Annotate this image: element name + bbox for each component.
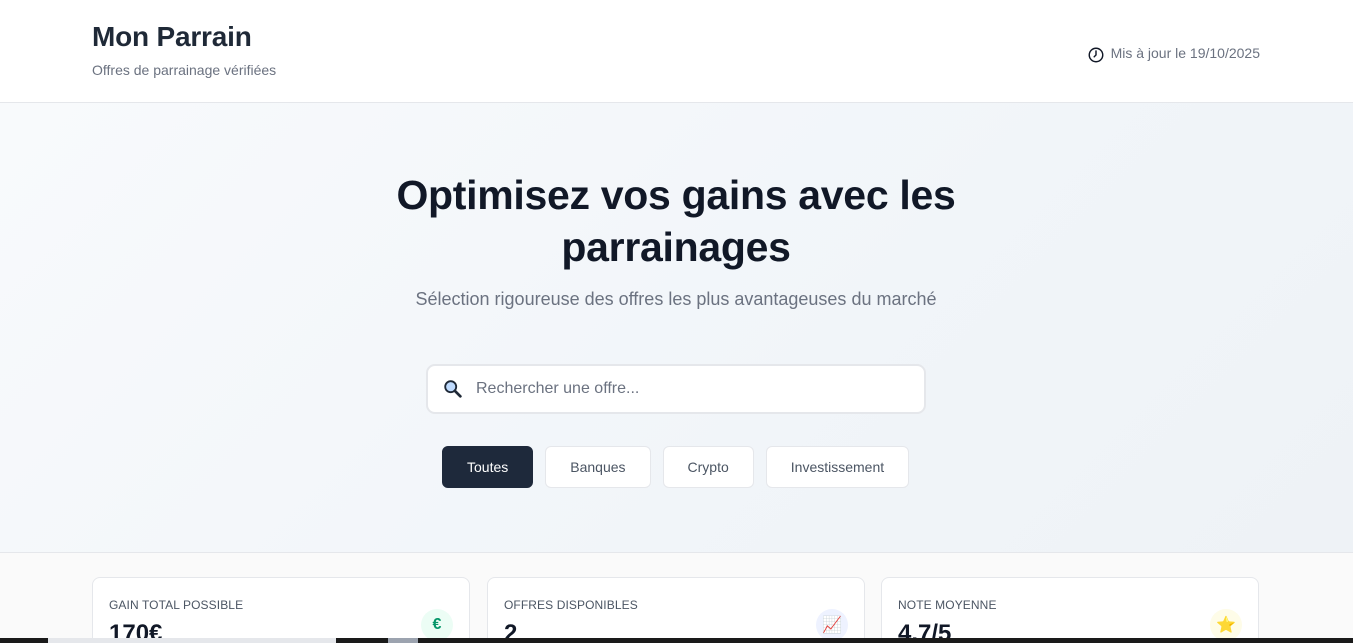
stat-label: OFFRES DISPONIBLES [504,598,638,612]
stat-card-total-gain: GAIN TOTAL POSSIBLE 170€ € [92,577,470,643]
stat-label: NOTE MOYENNE [898,598,997,612]
euro-icon: € [421,609,453,641]
site-header: Mon Parrain Offres de parrainage vérifié… [0,0,1353,103]
clock-icon [1088,47,1104,63]
brand-title[interactable]: Mon Parrain [92,21,252,53]
taskbar-segment [48,638,336,643]
star-icon: ⭐ [1210,609,1242,641]
hero-title: Optimisez vos gains avec les parrainages [396,172,956,270]
hero-subtitle: Sélection rigoureuse des offres les plus… [415,289,937,309]
brand-subtitle: Offres de parrainage vérifiées [92,62,277,78]
stat-label: GAIN TOTAL POSSIBLE [109,598,244,612]
chart-icon: 📈 [816,609,848,641]
search-box[interactable] [426,364,926,414]
filter-toutes[interactable]: Toutes [442,446,534,488]
search-input[interactable] [476,380,896,398]
stats-section: GAIN TOTAL POSSIBLE 170€ € OFFRES DISPON… [0,553,1353,643]
filter-crypto[interactable]: Crypto [662,446,754,488]
filter-investissement[interactable]: Investissement [765,446,910,488]
taskbar-segment [388,638,418,643]
stat-card-available-offers: OFFRES DISPONIBLES 2 📈 [487,577,865,643]
taskbar [0,638,1353,643]
filter-banques[interactable]: Banques [545,446,651,488]
filter-bar: Toutes Banques Crypto Investissement [442,446,910,488]
hero-section: Optimisez vos gains avec les parrainages… [0,103,1353,553]
stat-card-average-rating: NOTE MOYENNE 4.7/5 ⭐ [881,577,1259,643]
last-updated: Mis à jour le 19/10/2025 [1087,42,1260,64]
search-icon [444,380,462,398]
last-updated-text: Mis à jour le 19/10/2025 [1110,45,1260,61]
